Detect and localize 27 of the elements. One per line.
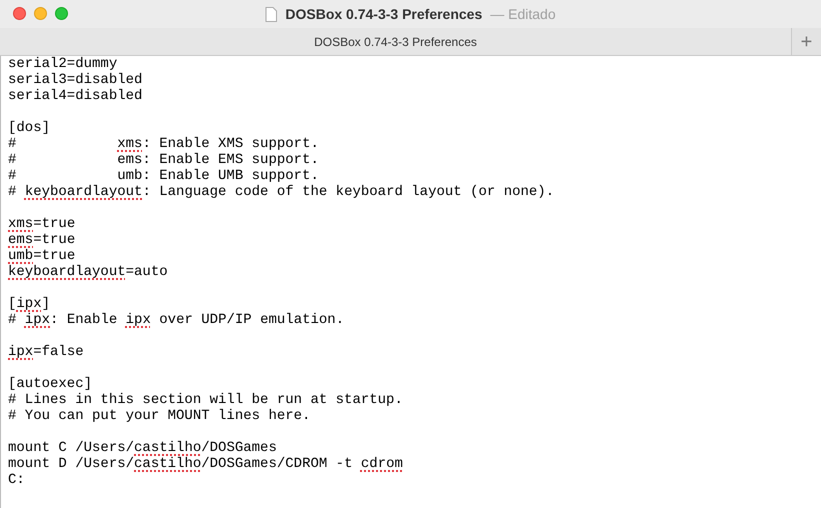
code-line: [ipx]: [8, 296, 50, 312]
code-line: C:: [8, 472, 25, 488]
code-line: # Lines in this section will be run at startup.: [8, 392, 403, 408]
zoom-button[interactable]: [55, 7, 68, 20]
code-line: serial2=dummy: [8, 56, 118, 72]
code-line: [dos]: [8, 120, 50, 136]
window-title: DOSBox 0.74-3-3 Preferences: [285, 4, 482, 24]
code-line: mount D /Users/castilho/DOSGames/CDROM -t cdrom: [8, 456, 403, 472]
code-line: # You can put your MOUNT lines here.: [8, 408, 310, 424]
close-button[interactable]: [13, 7, 26, 20]
minimize-button[interactable]: [34, 7, 47, 20]
code-line: xms=true: [8, 216, 76, 232]
code-line: [autoexec]: [8, 376, 92, 392]
edited-label: — Editado: [490, 4, 556, 24]
code-line: keyboardlayout=auto: [8, 264, 168, 280]
code-line: mount C /Users/castilho/DOSGames: [8, 440, 277, 456]
code-line: # ipx: Enable ipx over UDP/IP emulation.: [8, 312, 344, 328]
code-line: umb=true: [8, 248, 76, 264]
code-line: # umb: Enable UMB support.: [8, 168, 319, 184]
code-line: # keyboardlayout: Language code of the keyboard layout (or none).: [8, 184, 554, 200]
code-line: ems=true: [8, 232, 76, 248]
code-line: # ems: Enable EMS support.: [8, 152, 319, 168]
code-line: serial4=disabled: [8, 88, 142, 104]
code-line: serial3=disabled: [8, 72, 142, 88]
document-icon: [265, 6, 278, 22]
code-line: # xms: Enable XMS support.: [8, 136, 319, 152]
code-line: ipx=false: [8, 344, 84, 360]
